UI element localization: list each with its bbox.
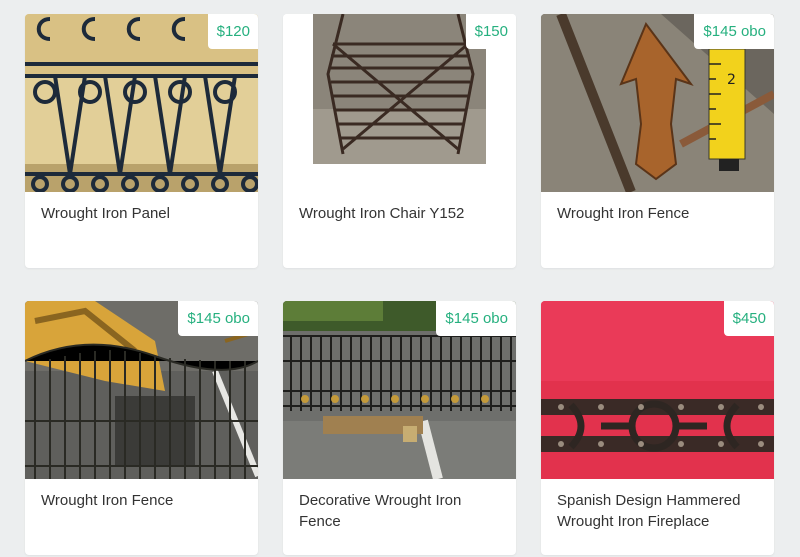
listing-title[interactable]: Decorative Wrought Iron Fence (283, 479, 516, 554)
listing-card[interactable]: $145 obo Wrought Iron Fence (25, 301, 258, 555)
svg-text:2: 2 (727, 72, 736, 88)
price-badge: $145 obo (178, 301, 258, 336)
listing-card[interactable]: 2 $145 obo Wrought Iron Fence (541, 14, 774, 268)
price-badge: $150 (465, 14, 516, 49)
price-badge: $145 obo (436, 301, 516, 336)
listing-title[interactable]: Wrought Iron Chair Y152 (283, 192, 516, 267)
listing-card[interactable]: $120 Wrought Iron Panel (25, 14, 258, 268)
listing-card[interactable]: $450 Spanish Design Hammered Wrought Iro… (541, 301, 774, 555)
listing-photo[interactable]: $450 (541, 301, 774, 479)
listing-grid: $120 Wrought Iron Panel $150 Wrought Iro… (0, 0, 800, 557)
listing-photo[interactable]: $145 obo (25, 301, 258, 479)
listing-card[interactable]: $150 Wrought Iron Chair Y152 (283, 14, 516, 268)
listing-photo[interactable]: 2 $145 obo (541, 14, 774, 192)
listing-card[interactable]: $145 obo Decorative Wrought Iron Fence (283, 301, 516, 555)
listing-photo[interactable]: $120 (25, 14, 258, 192)
listing-title[interactable]: Wrought Iron Fence (541, 192, 774, 267)
listing-photo[interactable]: $145 obo (283, 301, 516, 479)
price-badge: $120 (207, 14, 258, 49)
price-badge: $145 obo (694, 14, 774, 49)
listing-title[interactable]: Wrought Iron Panel (25, 192, 258, 267)
listing-title[interactable]: Spanish Design Hammered Wrought Iron Fir… (541, 479, 774, 554)
listing-photo[interactable]: $150 (283, 14, 516, 192)
price-badge: $450 (723, 301, 774, 336)
listing-title[interactable]: Wrought Iron Fence (25, 479, 258, 554)
